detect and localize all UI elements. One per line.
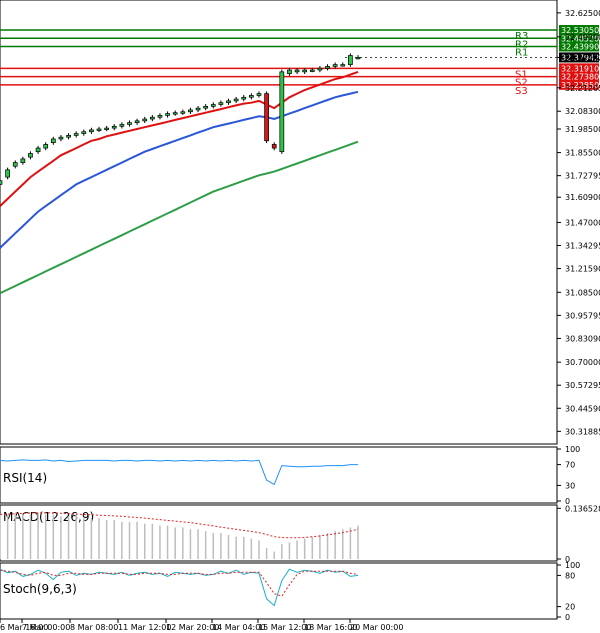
candle-bullish — [89, 129, 94, 133]
candle-bullish — [81, 131, 87, 134]
candle-bullish — [66, 135, 71, 138]
main-panel-frame — [0, 0, 558, 445]
candle-bullish — [340, 64, 346, 67]
y-tick-label: 31.21590 — [565, 265, 600, 274]
candle-bullish — [127, 122, 132, 125]
macd-panel: MACD(12,26,9) 0.1365280 — [0, 504, 600, 564]
candle-bullish — [165, 113, 170, 116]
candle-bullish — [302, 69, 308, 73]
rsi-panel: RSI(14) 10070300 — [0, 445, 580, 506]
candle-bullish — [5, 169, 10, 178]
candle-bullish — [43, 144, 49, 149]
y-tick-label: 30.44590 — [565, 404, 600, 413]
candle-bullish — [35, 147, 41, 153]
y-tick-label: 32.37942 — [565, 53, 600, 62]
candle-bullish — [96, 128, 102, 131]
stoch-tick-label: 0 — [565, 613, 570, 622]
x-tick-label: 8 Mar 08:00 — [70, 623, 118, 632]
candle-bullish — [279, 71, 285, 153]
candle-bullish — [12, 162, 18, 167]
macd-tick-label: 0.136528 — [565, 504, 600, 513]
candle-bullish — [195, 107, 201, 111]
candle-bullish — [119, 124, 125, 127]
candle-bullish — [149, 116, 155, 120]
y-tick-label: 31.85500 — [565, 149, 600, 158]
stoch-tick-label: 80 — [565, 571, 575, 580]
candle-bullish — [256, 93, 262, 96]
candle-bullish — [111, 125, 117, 129]
candle-bullish — [241, 96, 247, 100]
candle-bearish — [264, 93, 269, 142]
level-name-r1: R1 — [515, 47, 528, 58]
candle-bullish — [0, 180, 3, 185]
rsi-tick-label: 30 — [565, 481, 575, 490]
candle-bullish — [233, 98, 239, 102]
y-tick-label: 32.08300 — [565, 107, 600, 116]
level-price-label-r1: 32.43990 — [561, 42, 599, 51]
candle-bullish — [332, 64, 338, 67]
candle-bullish — [104, 127, 109, 130]
stoch-tick-label: 100 — [565, 561, 580, 570]
candle-bullish — [210, 104, 216, 107]
macd-label: MACD(12,26,9) — [3, 510, 94, 524]
candle-bullish — [226, 100, 231, 104]
candle-bullish — [355, 56, 361, 60]
y-tick-label: 31.60900 — [565, 193, 600, 202]
time-axis: 6 Mar 16:007 Mar 00:00 8 Mar 08:00 11 Mar … — [0, 619, 403, 632]
level-name-s3: S3 — [515, 86, 528, 97]
candle-bullish — [203, 105, 209, 109]
rsi-tick-label: 100 — [565, 445, 580, 454]
y-tick-label: 31.34295 — [565, 242, 600, 251]
main-price-panel: R332.53050R232.48520R132.43990S132.31910… — [0, 0, 600, 445]
candle-bullish — [348, 55, 353, 65]
candle-bullish — [157, 115, 163, 118]
y-tick-label: 31.98500 — [565, 125, 600, 134]
y-tick-label: 30.57295 — [565, 381, 600, 390]
stoch-label: Stoch(9,6,3) — [3, 582, 77, 596]
y-tick-label: 31.47000 — [565, 218, 600, 227]
candle-bullish — [317, 67, 323, 71]
y-tick-label: 30.70000 — [565, 358, 600, 367]
candle-bullish — [172, 112, 178, 115]
candle-bullish — [73, 133, 79, 136]
candle-bullish — [180, 111, 186, 114]
y-tick-label: 30.95795 — [565, 311, 600, 320]
candle-bearish — [271, 144, 277, 149]
candle-bullish — [188, 109, 193, 113]
candle-bullish — [294, 69, 300, 73]
candle-bullish — [325, 66, 330, 69]
y-tick-label: 31.72795 — [565, 172, 600, 181]
forex-chart: R332.53050R232.48520R132.43990S132.31910… — [0, 0, 600, 632]
candle-bullish — [134, 120, 140, 124]
y-tick-label: 30.83090 — [565, 334, 600, 343]
candle-bullish — [28, 153, 33, 158]
y-tick-label: 31.08500 — [565, 288, 600, 297]
x-tick-label: 7 Mar 00:00 — [22, 623, 70, 632]
rsi-label: RSI(14) — [3, 471, 47, 485]
candle-bullish — [249, 95, 254, 98]
candle-bullish — [58, 136, 64, 140]
y-tick-label: 30.31885 — [565, 427, 600, 436]
candle-bullish — [309, 69, 315, 72]
candle-bullish — [142, 118, 148, 122]
stoch-panel: Stoch(9,6,3) 10080 200 — [0, 561, 580, 622]
candle-bullish — [50, 138, 56, 143]
x-tick-label: 11 Mar 12:00 — [118, 623, 171, 632]
candle-bullish — [287, 69, 292, 75]
candle-bullish — [218, 102, 224, 105]
x-tick-label: 20 Mar 00:00 — [350, 623, 403, 632]
rsi-tick-label: 70 — [565, 461, 575, 470]
stoch-tick-label: 20 — [565, 603, 575, 612]
y-tick-label: 32.21205 — [565, 84, 600, 93]
y-tick-label: 32.49300 — [565, 33, 600, 42]
y-tick-label: 32.62500 — [565, 9, 600, 18]
candle-bullish — [20, 158, 26, 163]
